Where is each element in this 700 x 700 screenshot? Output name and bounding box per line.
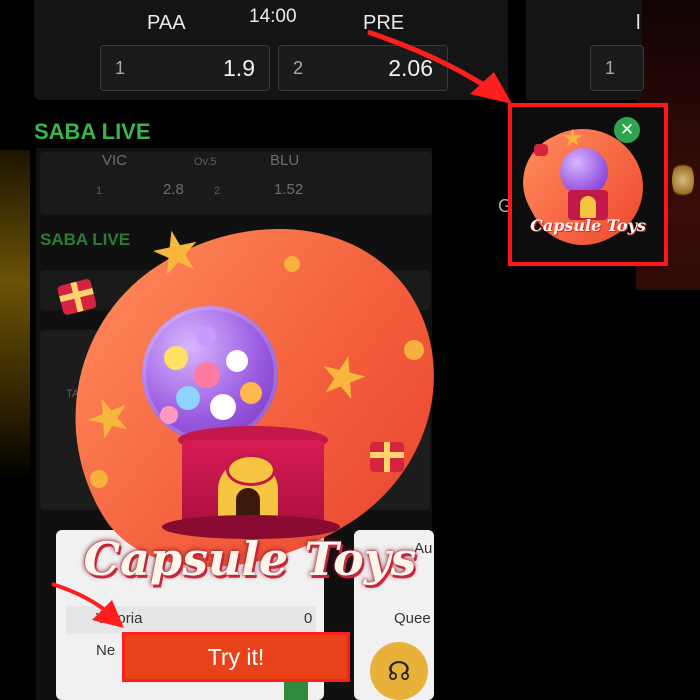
- widget-globe: [560, 148, 608, 196]
- widget-machine-slot: [580, 196, 596, 218]
- widget-title: Capsule Toys: [530, 216, 646, 235]
- widget-close-button[interactable]: ✕: [614, 117, 640, 143]
- gift-icon: [534, 144, 548, 156]
- try-it-button[interactable]: Try it!: [122, 632, 350, 682]
- arrow-head-thumbnail: [470, 72, 512, 104]
- close-icon: ✕: [619, 120, 635, 139]
- support-button[interactable]: ☊: [370, 642, 428, 700]
- headset-icon: ☊: [387, 655, 411, 686]
